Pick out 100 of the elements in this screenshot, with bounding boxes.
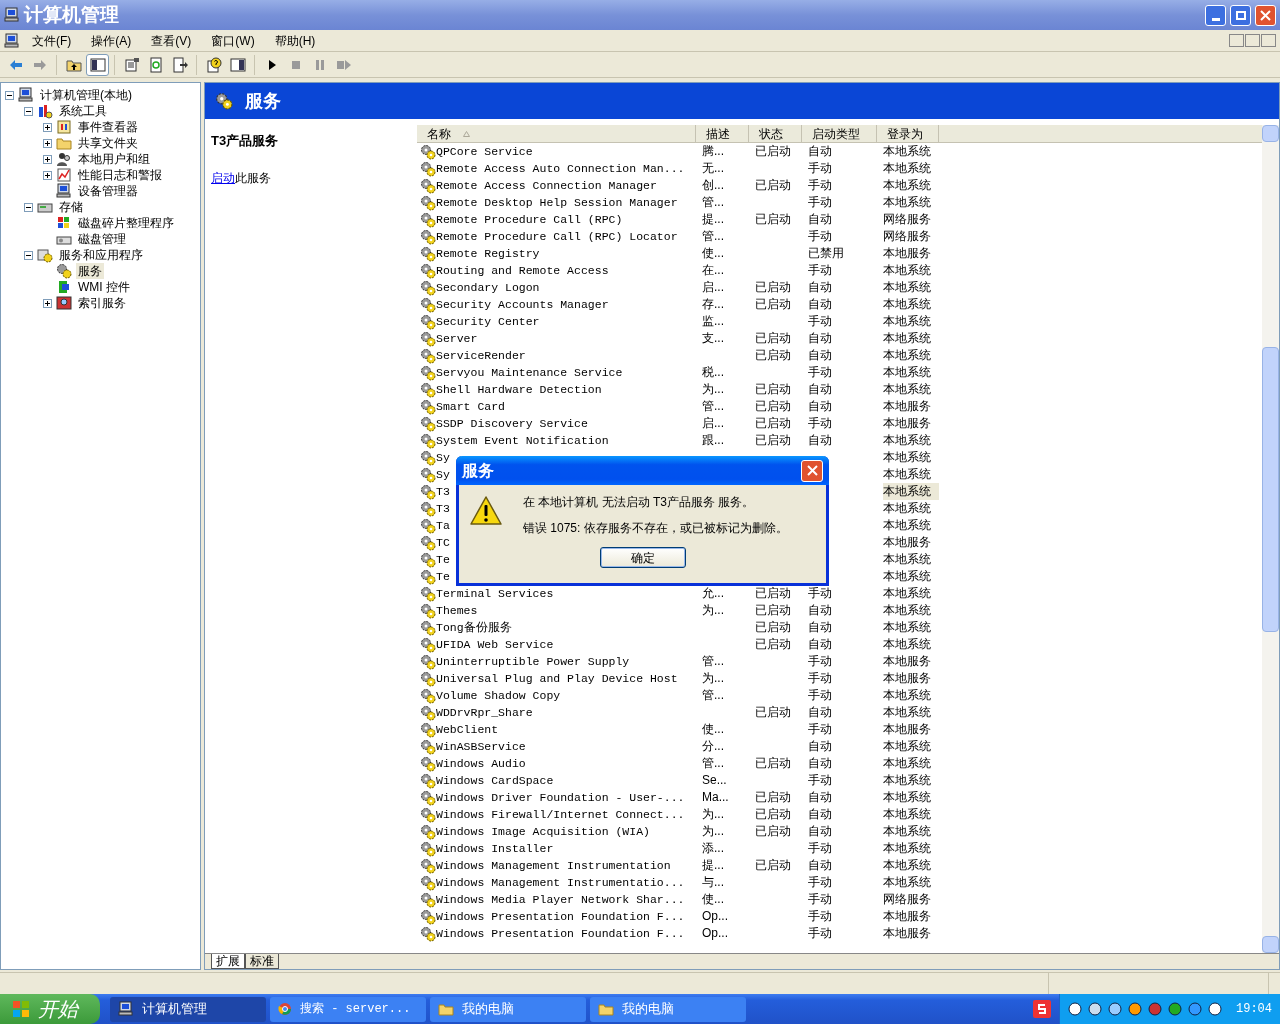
tray-icon[interactable] — [1208, 1002, 1222, 1016]
view-tab[interactable]: 标准 — [245, 954, 279, 969]
tree-item[interactable]: 本地用户和组 — [76, 151, 152, 167]
tray-icon[interactable] — [1168, 1002, 1182, 1016]
expand-icon[interactable] — [43, 154, 52, 164]
table-cell[interactable]: Security Center — [436, 313, 540, 330]
table-cell[interactable]: Remote Desktop Help Session Manager — [436, 194, 678, 211]
taskbar-button[interactable]: 我的电脑 — [590, 996, 746, 1022]
table-cell[interactable]: Windows CardSpace — [436, 772, 554, 789]
scrollbar[interactable] — [1262, 125, 1279, 953]
table-cell[interactable]: TC — [436, 534, 450, 551]
tree-item[interactable]: 服务和应用程序 — [57, 247, 145, 263]
table-cell[interactable]: Servyou Maintenance Service — [436, 364, 623, 381]
menu-item[interactable]: 文件(F) — [24, 31, 80, 50]
ok-button[interactable]: 确定 — [599, 547, 686, 568]
table-cell[interactable]: Remote Registry — [436, 245, 540, 262]
table-cell[interactable]: Shell Hardware Detection — [436, 381, 602, 398]
tree-item[interactable]: 磁盘碎片整理程序 — [76, 215, 176, 231]
collapse-icon[interactable] — [24, 250, 33, 260]
tree-item[interactable]: 设备管理器 — [76, 183, 140, 199]
table-cell[interactable]: Themes — [436, 602, 478, 619]
table-cell[interactable]: T3 — [436, 500, 450, 517]
taskbar-button[interactable]: 我的电脑 — [430, 996, 586, 1022]
table-cell[interactable]: Smart Card — [436, 398, 505, 415]
column-header[interactable]: 状态 — [749, 125, 802, 142]
table-cell[interactable]: Windows Management Instrumentation — [436, 857, 671, 874]
tray-icon[interactable] — [1148, 1002, 1162, 1016]
collapse-icon[interactable] — [5, 90, 14, 100]
table-cell[interactable]: System Event Notification — [436, 432, 609, 449]
column-header[interactable]: 启动类型 — [802, 125, 877, 142]
table-cell[interactable]: Sy — [436, 466, 450, 483]
table-cell[interactable]: Windows Firewall/Internet Connect... — [436, 806, 685, 823]
table-cell[interactable]: Remote Access Connection Manager — [436, 177, 657, 194]
table-cell[interactable]: Server — [436, 330, 478, 347]
tree-item[interactable]: 共享文件夹 — [76, 135, 140, 151]
expand-icon[interactable] — [43, 138, 52, 148]
expand-icon[interactable] — [43, 122, 52, 132]
tree-item[interactable]: 服务 — [76, 263, 104, 279]
close-button[interactable] — [801, 459, 823, 482]
tray-icon[interactable] — [1108, 1002, 1122, 1016]
tray-icon[interactable] — [1068, 1002, 1082, 1016]
table-cell[interactable]: Terminal Services — [436, 585, 554, 602]
table-cell[interactable]: Remote Access Auto Connection Man... — [436, 160, 685, 177]
table-cell[interactable]: Windows Presentation Foundation F... — [436, 925, 685, 942]
table-cell[interactable]: UFIDA Web Service — [436, 636, 554, 653]
tree-item[interactable]: 事件查看器 — [76, 119, 140, 135]
mdi-controls-icon[interactable] — [1229, 34, 1276, 47]
table-cell[interactable]: Secondary Logon — [436, 279, 540, 296]
table-cell[interactable]: Windows Audio — [436, 755, 526, 772]
table-cell[interactable]: WebClient — [436, 721, 499, 738]
menu-item[interactable]: 帮助(H) — [266, 31, 324, 50]
table-cell[interactable]: ServiceRender — [436, 347, 526, 364]
table-cell[interactable]: WinASBService — [436, 738, 526, 755]
table-cell[interactable]: Windows Installer — [436, 840, 554, 857]
table-cell[interactable]: Security Accounts Manager — [436, 296, 609, 313]
collapse-icon[interactable] — [24, 202, 33, 212]
table-cell[interactable]: T3 — [436, 483, 450, 500]
tree-item[interactable]: WMI 控件 — [76, 279, 132, 295]
tree-item[interactable]: 磁盘管理 — [76, 231, 128, 247]
start-link[interactable]: 启动 — [211, 170, 235, 185]
tray-icon[interactable] — [1088, 1002, 1102, 1016]
tray-icon[interactable] — [1188, 1002, 1202, 1016]
table-cell[interactable]: Ta — [436, 517, 450, 534]
table-cell[interactable]: Windows Media Player Network Shar... — [436, 891, 685, 908]
table-cell[interactable]: WDDrvRpr_Share — [436, 704, 533, 721]
table-cell[interactable]: Windows Management Instrumentatio... — [436, 874, 685, 891]
tree-item[interactable]: 系统工具 — [57, 103, 109, 119]
tree-item[interactable]: 计算机管理(本地) — [38, 87, 134, 103]
table-cell[interactable]: Volume Shadow Copy — [436, 687, 561, 704]
table-cell[interactable]: Te — [436, 551, 450, 568]
menu-item[interactable]: 操作(A) — [83, 31, 140, 50]
expand-icon[interactable] — [43, 170, 52, 180]
tree-toggle-button[interactable] — [86, 53, 109, 76]
column-header[interactable]: 登录为 — [877, 125, 939, 142]
input-method-icon[interactable] — [1033, 1000, 1051, 1018]
minimize-button[interactable] — [1205, 4, 1226, 26]
table-cell[interactable]: Windows Image Acquisition (WIA) — [436, 823, 650, 840]
collapse-icon[interactable] — [24, 106, 33, 116]
close-button[interactable] — [1255, 4, 1276, 26]
table-cell[interactable]: SSDP Discovery Service — [436, 415, 588, 432]
menu-item[interactable]: 查看(V) — [143, 31, 200, 50]
table-cell[interactable]: Windows Driver Foundation - User-... — [436, 789, 685, 806]
taskbar-button[interactable]: 计算机管理 — [110, 996, 266, 1022]
table-cell[interactable]: Te — [436, 568, 450, 585]
expand-icon[interactable] — [43, 298, 52, 308]
tray-icon[interactable] — [1128, 1002, 1142, 1016]
column-header[interactable]: 名称 — [417, 125, 696, 142]
table-cell[interactable]: Remote Procedure Call (RPC) — [436, 211, 623, 228]
table-cell[interactable]: Windows Presentation Foundation F... — [436, 908, 685, 925]
table-cell[interactable]: Routing and Remote Access — [436, 262, 609, 279]
table-cell[interactable]: Uninterruptible Power Supply — [436, 653, 630, 670]
table-cell[interactable]: Sy — [436, 449, 450, 466]
table-cell[interactable]: Tong备份服务 — [436, 619, 512, 636]
tree-item[interactable]: 性能日志和警报 — [76, 167, 164, 183]
table-cell[interactable]: Remote Procedure Call (RPC) Locator — [436, 228, 678, 245]
table-cell[interactable]: QPCore Service — [436, 143, 533, 160]
tree-item[interactable]: 索引服务 — [76, 295, 128, 311]
menu-item[interactable]: 窗口(W) — [203, 31, 263, 50]
view-tab[interactable]: 扩展 — [211, 954, 245, 969]
table-cell[interactable]: Universal Plug and Play Device Host — [436, 670, 678, 687]
